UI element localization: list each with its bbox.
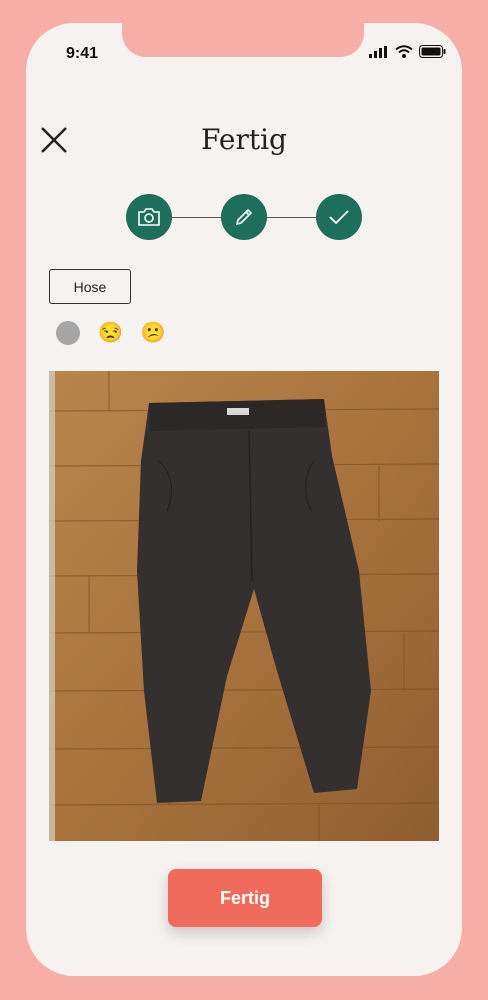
progress-stepper xyxy=(126,192,364,242)
pants-photo xyxy=(49,371,439,841)
status-icons xyxy=(369,45,446,58)
wifi-icon xyxy=(395,45,413,58)
step-photo[interactable] xyxy=(126,194,172,240)
mood-option-unamused[interactable]: 😒 xyxy=(98,321,123,345)
item-photo xyxy=(49,371,439,841)
screen: 9:41 Fertig Hose 😒 😕 Fertig xyxy=(26,23,462,976)
step-connector xyxy=(172,217,221,218)
step-connector xyxy=(267,217,316,218)
camera-icon xyxy=(138,208,160,226)
pencil-icon xyxy=(235,208,253,226)
phone-frame: 9:41 Fertig Hose 😒 😕 Fertig xyxy=(0,0,488,1000)
notch xyxy=(122,23,364,57)
category-tag[interactable]: Hose xyxy=(49,269,131,304)
page-title: Fertig xyxy=(201,123,287,156)
signal-icon xyxy=(369,45,387,58)
mood-selector: 😒 😕 xyxy=(56,321,166,345)
done-button[interactable]: Fertig xyxy=(168,869,322,927)
step-done[interactable] xyxy=(316,194,362,240)
step-edit[interactable] xyxy=(221,194,267,240)
mood-option-confused[interactable]: 😕 xyxy=(141,321,166,345)
mood-option-neutral[interactable] xyxy=(56,321,80,345)
battery-icon xyxy=(419,45,446,58)
status-time: 9:41 xyxy=(66,45,99,62)
check-icon xyxy=(329,210,349,225)
